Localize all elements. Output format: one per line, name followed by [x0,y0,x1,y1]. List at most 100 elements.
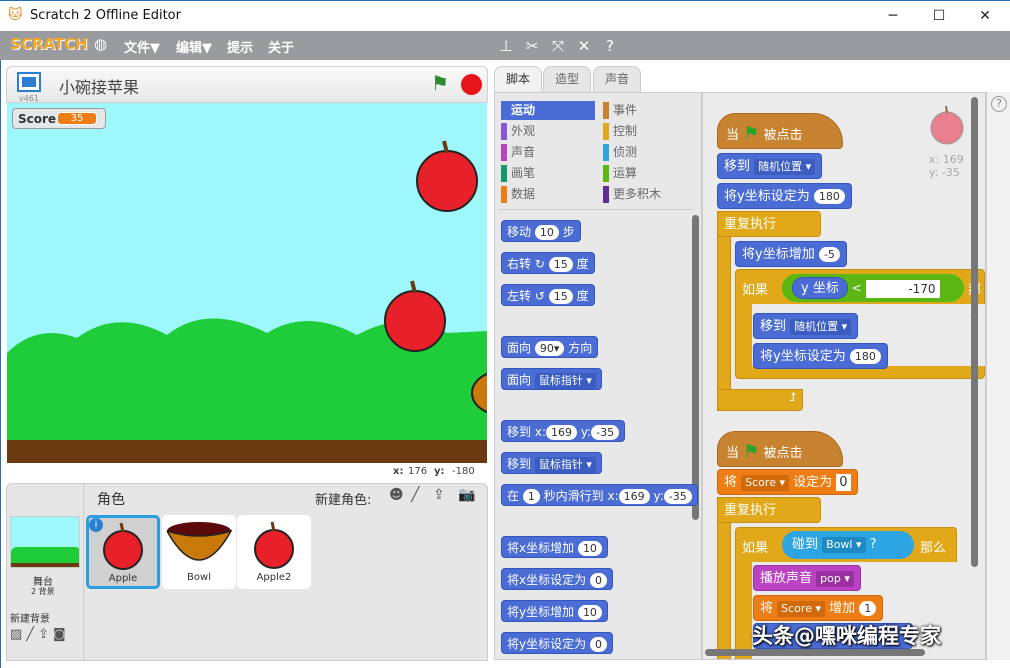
block-change-y-minus5[interactable]: 将y坐标增加 -5 [735,241,847,267]
right-panel: ? [986,92,1010,660]
mouse-x-label: x: [393,466,404,477]
sprite-name: Apple [108,573,138,584]
touching-sensor[interactable]: 碰到 Bowl ▾ ? [782,531,914,559]
help-button[interactable]: ? [991,96,1007,112]
menu-about[interactable]: 关于 [268,37,294,56]
backdrop-count: 2 背景 [31,587,55,596]
sprite-thumb-apple2[interactable]: Apple2 [237,515,311,589]
palette-scrollbar[interactable] [692,215,699,520]
tab-sounds[interactable]: 声音 [593,66,641,93]
stage-canvas[interactable] [7,103,487,463]
block-set-variable[interactable]: 将 Score ▾ 设定为 0 [717,469,858,495]
block-set-x[interactable]: 将x坐标设定为 0 [501,568,613,590]
mouse-x-value: 176 [408,466,428,477]
block-goto[interactable]: 移到 鼠标指针 ▾ [501,452,602,474]
category-column-left: 运动 外观 声音 画笔 数据 [501,101,595,204]
script-area[interactable]: x: 169 y: -35 ⮥ 当 ⚑ 被点击 移到 随机位置 ▾ 将y坐标设定… [702,92,986,660]
sprite-thumb-apple[interactable]: i Apple [86,515,160,589]
bowl-icon [166,522,233,561]
category-data[interactable]: 数据 [501,185,595,204]
tab-costumes[interactable]: 造型 [543,66,591,93]
block-goto-random-2[interactable]: 移到 随机位置 ▾ [753,313,859,339]
sprite-y: y: -35 [929,166,960,179]
block-goto-random[interactable]: 移到 随机位置 ▾ [717,153,823,179]
ground [7,440,487,463]
green-flag-icon[interactable]: ⚑ [431,71,449,95]
scratch-logo[interactable]: SCRATCH [10,35,88,53]
sprite-library-icon[interactable]: ☻ [389,487,404,503]
stage-thumbnail[interactable] [10,516,80,568]
maximize-button[interactable]: ☐ [916,5,962,27]
category-control[interactable]: 控制 [603,122,697,141]
sprite-thumb-bowl[interactable]: Bowl [162,515,236,589]
minimize-button[interactable]: ─ [870,5,916,27]
watermark: 头条@嘿咪编程专家 [752,624,941,648]
script2-hat-block[interactable]: 当 ⚑ 被点击 [717,431,843,467]
stage-scene [7,140,487,463]
grow-icon[interactable]: ⤧ [548,37,568,55]
menu-file[interactable]: 文件▼ [124,37,160,56]
presentation-mode-icon[interactable] [17,72,41,92]
category-sensing[interactable]: 侦测 [603,143,697,162]
block-point-direction[interactable]: 面向 90▾ 方向 [501,336,599,358]
category-events[interactable]: 事件 [603,101,697,120]
stamp-icon[interactable]: ⊥ [496,37,516,55]
block-change-variable[interactable]: 将 Score ▾ 增加 1 [753,595,884,621]
block-point-towards[interactable]: 面向 鼠标指针 ▾ [501,368,602,390]
camera-icon[interactable]: 📷 [458,487,475,503]
category-operators[interactable]: 运算 [603,164,697,183]
mouse-y-value: -180 [452,466,475,477]
title-bar: 🐱 Scratch 2 Offline Editor ─ ☐ ✕ [0,0,1010,31]
block-turn-right[interactable]: 右转 ↻ 15 度 [501,252,595,274]
block-palette: 运动 外观 声音 画笔 数据 事件 控制 侦测 运算 更多积木 移动 10 步 … [494,92,702,660]
apple2-sprite [384,280,446,352]
less-than-operator[interactable]: y 坐标 < -170 [782,274,964,302]
rotate-right-icon: ↻ [534,257,545,271]
close-button[interactable]: ✕ [962,5,1008,27]
score-monitor[interactable]: Score 35 [12,108,106,129]
block-forever-2[interactable]: 重复执行 [717,497,821,523]
category-looks[interactable]: 外观 [501,122,595,141]
block-play-sound[interactable]: 播放声音 pop ▾ [753,565,861,591]
block-turn-left[interactable]: 左转 ↺ 15 度 [501,284,595,306]
script-horizontal-scrollbar[interactable] [705,649,925,656]
block-set-y-180[interactable]: 将y坐标设定为 180 [717,183,852,209]
category-motion[interactable]: 运动 [501,101,595,120]
globe-icon[interactable]: ◍ [94,35,107,53]
category-sound[interactable]: 声音 [501,143,595,162]
block-set-y-180-2[interactable]: 将y坐标设定为 180 [753,343,888,369]
menu-tips[interactable]: 提示 [227,37,253,56]
category-pen[interactable]: 画笔 [501,164,595,183]
block-goto-xy[interactable]: 移到 x: 169 y: -35 [501,420,626,442]
block-forever[interactable]: 重复执行 [717,211,821,237]
apple-sprite [416,140,478,212]
menu-edit[interactable]: 编辑▼ [176,37,212,56]
block-set-y[interactable]: 将y坐标设定为 0 [501,632,613,654]
info-icon[interactable]: i [89,518,103,532]
sprite-preview-apple [930,105,964,145]
backdrop-tools-icon[interactable]: ▨╱⇪◙ [10,627,70,642]
new-sprite-label: 新建角色: [315,493,372,508]
category-more-blocks[interactable]: 更多积木 [603,185,697,204]
version-label: v461 [19,94,40,103]
block-glide[interactable]: 在 1 秒内滑行到 x: 169 y: -35 [501,484,698,506]
sprites-header: 角色 [97,492,125,508]
upload-icon[interactable]: ⇪ [433,487,445,503]
stop-icon[interactable] [461,74,482,95]
cut-icon[interactable]: ✂ [522,37,542,55]
shrink-icon[interactable]: ✕ [574,37,594,55]
script-vertical-scrollbar[interactable] [971,97,978,567]
script1-hat-block[interactable]: 当 ⚑ 被点击 [717,113,843,149]
sprite-name: Bowl [187,572,211,583]
green-flag-icon: ⚑ [743,123,760,144]
paint-icon[interactable]: ╱ [411,487,419,503]
tab-scripts[interactable]: 脚本 [494,66,542,93]
project-title[interactable]: 小碗接苹果 [59,74,139,98]
window-title: Scratch 2 Offline Editor [30,8,181,23]
forever-loop-icon: ⮥ [717,389,803,411]
menu-bar: SCRATCH ◍ 文件▼ 编辑▼ 提示 关于 ⊥ ✂ ⤧ ✕ ? [0,31,1010,60]
block-change-y[interactable]: 将y坐标增加 10 [501,600,608,622]
help-icon[interactable]: ? [600,37,620,55]
block-change-x[interactable]: 将x坐标增加 10 [501,536,608,558]
block-move-steps[interactable]: 移动 10 步 [501,220,581,242]
